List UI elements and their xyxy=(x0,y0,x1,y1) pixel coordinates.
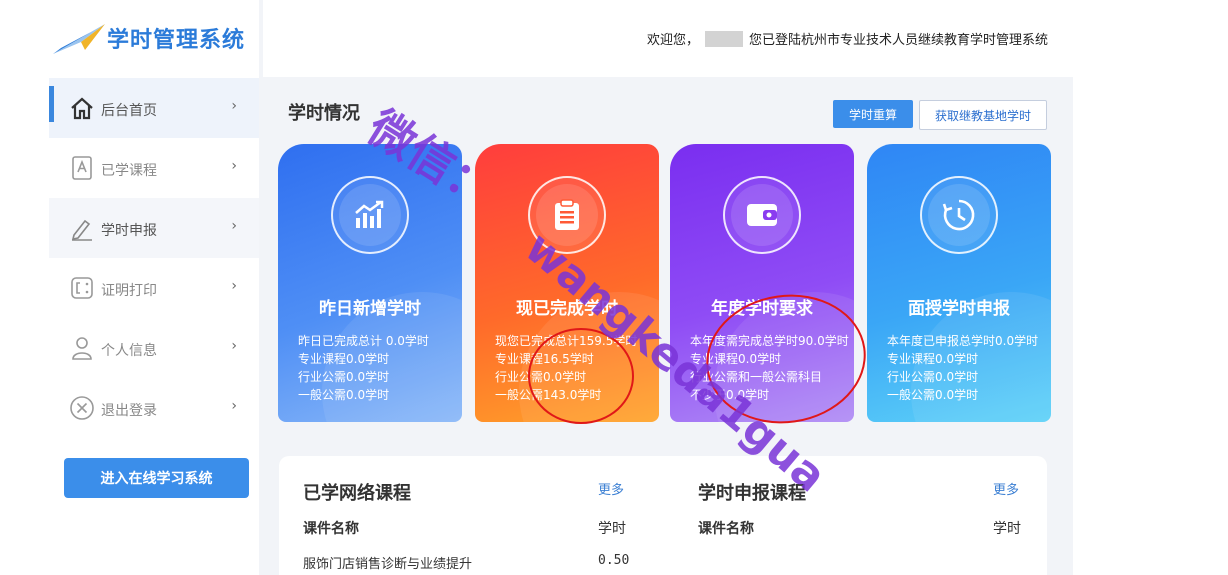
close-circle-icon xyxy=(70,396,94,420)
sidebar-item-logout[interactable]: 退出登录 › xyxy=(49,378,259,438)
card-line: 昨日已完成总计 0.0学时 xyxy=(298,334,429,348)
card-details: 本年度已申报总学时0.0学时 专业课程0.0学时 行业公需0.0学时 一般公需0… xyxy=(887,332,1038,404)
sidebar-item-label: 证明打印 xyxy=(101,283,157,299)
home-icon xyxy=(71,97,93,120)
sidebar-item-home[interactable]: 后台首页 › xyxy=(49,78,259,138)
sidebar-item-label: 已学课程 xyxy=(101,163,157,179)
chevron-right-icon: › xyxy=(231,158,237,174)
col-declare-hours: 学时 xyxy=(993,521,1021,537)
col-declare-name: 课件名称 xyxy=(698,521,754,537)
chevron-right-icon: › xyxy=(231,218,237,234)
clock-icon xyxy=(942,199,975,231)
sidebar-item-label: 学时申报 xyxy=(101,223,157,239)
blurred-username xyxy=(704,30,743,47)
card-line: 本年度已申报总学时0.0学时 xyxy=(887,334,1039,348)
chevron-right-icon: › xyxy=(231,338,237,354)
section-title: 学时情况 xyxy=(288,103,360,124)
book-icon xyxy=(72,156,92,180)
welcome-prefix: 欢迎您， xyxy=(646,33,699,48)
chart-growth-icon xyxy=(355,200,384,228)
logo-text: 学时管理系统 xyxy=(107,28,246,53)
clipboard-icon xyxy=(555,199,579,230)
recalc-hours-button[interactable]: 学时重算 xyxy=(833,100,913,128)
welcome-suffix: 您已登陆杭州市专业技术人员继续教育学时管理系统 xyxy=(748,33,1048,48)
sidebar-item-label: 退出登录 xyxy=(101,403,157,419)
chevron-right-icon: › xyxy=(231,278,237,294)
card-icon-circle xyxy=(331,176,409,254)
sidebar-item-label: 个人信息 xyxy=(101,343,157,359)
sidebar-nav: 后台首页 › 已学课程 › 学时申报 › 证明打印 › 个人信息 › 退出登录 … xyxy=(49,78,259,438)
learned-courses-title: 已学网络课程 xyxy=(303,483,411,504)
card-line: 一般公需0.0学时 xyxy=(298,388,390,402)
learned-courses-more-link[interactable]: 更多 xyxy=(598,479,624,498)
card-face-to-face-declare[interactable]: 面授学时申报 本年度已申报总学时0.0学时 专业课程0.0学时 行业公需0.0学… xyxy=(867,144,1051,422)
user-icon xyxy=(72,337,92,360)
enter-online-learning-button[interactable]: 进入在线学习系统 xyxy=(64,458,249,498)
chevron-right-icon: › xyxy=(231,398,237,414)
sidebar-item-print[interactable]: 证明打印 › xyxy=(49,258,259,318)
sidebar-item-courses[interactable]: 已学课程 › xyxy=(49,138,259,198)
card-title: 昨日新增学时 xyxy=(319,299,421,319)
sidebar-item-label: 后台首页 xyxy=(101,103,157,119)
card-line: 行业公需0.0学时 xyxy=(298,370,390,384)
print-icon xyxy=(71,277,93,299)
top-header: 欢迎您， 您已登陆杭州市专业技术人员继续教育学时管理系统 xyxy=(263,0,1073,77)
sidebar-item-declare[interactable]: 学时申报 › xyxy=(49,198,259,258)
declare-courses-more-link[interactable]: 更多 xyxy=(993,479,1019,498)
card-line: 专业课程0.0学时 xyxy=(887,352,979,366)
card-details: 昨日已完成总计 0.0学时 专业课程0.0学时 行业公需0.0学时 一般公需0.… xyxy=(298,332,429,404)
table-row-hours: 0.50 xyxy=(598,553,630,568)
welcome-message: 欢迎您， 您已登陆杭州市专业技术人员继续教育学时管理系统 xyxy=(647,29,1048,48)
card-icon-circle xyxy=(920,176,998,254)
sidebar: 学时管理系统 后台首页 › 已学课程 › 学时申报 › 证明打印 › 个人信息 … xyxy=(49,0,259,575)
chevron-right-icon: › xyxy=(231,98,237,114)
wallet-icon xyxy=(747,204,777,226)
card-line: 行业公需0.0学时 xyxy=(887,370,979,384)
table-row[interactable]: 服饰门店销售诊断与业绩提升 xyxy=(303,553,472,572)
paper-plane-icon xyxy=(53,24,105,54)
courses-panel: 已学网络课程 更多 课件名称 学时 服饰门店销售诊断与业绩提升 0.50 学时申… xyxy=(279,456,1047,575)
card-icon-circle xyxy=(723,176,801,254)
card-line: 专业课程0.0学时 xyxy=(298,352,390,366)
card-title: 面授学时申报 xyxy=(908,299,1010,319)
col-course-name: 课件名称 xyxy=(303,521,359,537)
pen-icon xyxy=(71,219,92,241)
app-logo[interactable]: 学时管理系统 xyxy=(49,0,259,78)
card-line: 一般公需0.0学时 xyxy=(887,388,979,402)
fetch-base-hours-button[interactable]: 获取继教基地学时 xyxy=(919,100,1047,130)
sidebar-item-profile[interactable]: 个人信息 › xyxy=(49,318,259,378)
col-course-hours: 学时 xyxy=(598,521,626,537)
